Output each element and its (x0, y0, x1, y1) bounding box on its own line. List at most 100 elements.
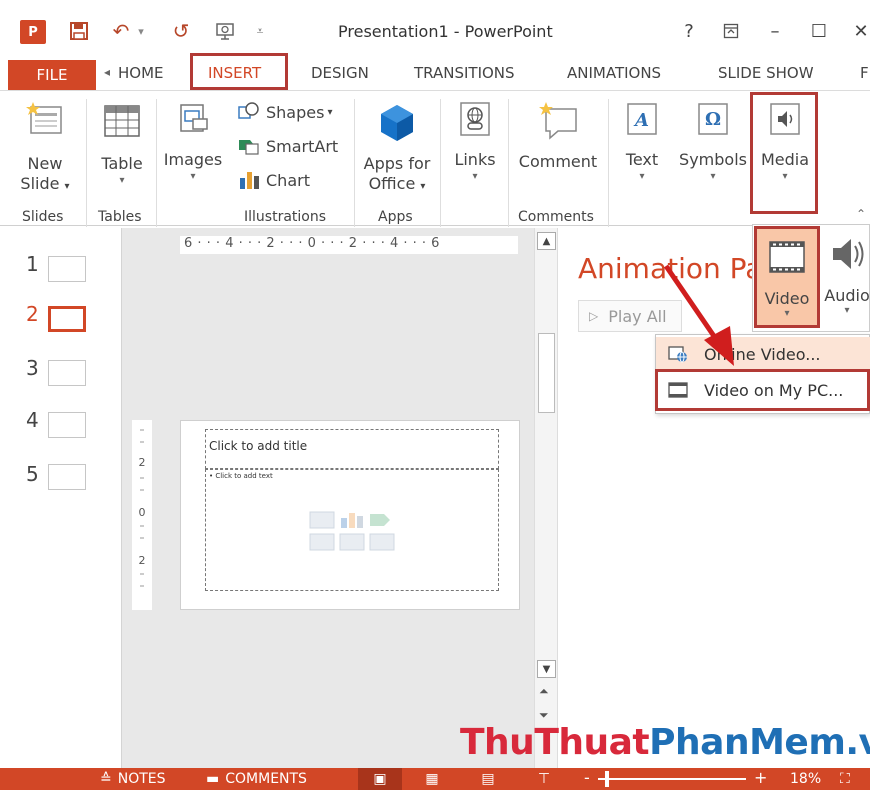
normal-view-button[interactable]: ▣ (358, 768, 402, 790)
zoom-slider-knob[interactable] (605, 771, 609, 787)
text-icon: A (627, 103, 657, 135)
group-separator (608, 99, 609, 227)
scroll-up-icon[interactable]: ▲ (537, 232, 556, 250)
tab-review-partial[interactable]: F (860, 64, 869, 82)
group-comments-label: Comments (518, 209, 594, 225)
zoom-out-button[interactable]: - (584, 768, 590, 787)
tab-file[interactable]: FILE (8, 60, 96, 90)
slide-thumbnail-1[interactable] (48, 256, 86, 282)
tab-transitions[interactable]: TRANSITIONS (414, 64, 515, 82)
reading-view-button[interactable]: ▤ (466, 768, 510, 790)
vertical-scrollbar[interactable]: ▲ ▼ ⏶ ⏷ (534, 228, 558, 768)
redo-icon[interactable]: ↺ (168, 18, 194, 44)
customize-qat-icon[interactable]: ⩡ (252, 18, 268, 44)
slide-thumbnail-3[interactable] (48, 360, 86, 386)
play-icon: ▷ (589, 309, 599, 323)
group-apps-label: Apps (378, 209, 413, 225)
window-title: Presentation1 - PowerPoint (338, 22, 553, 41)
status-bar: ≙ NOTES ▬ COMMENTS ▣ ▦ ▤ ⊤ - + 18% ⛶ (0, 768, 870, 790)
tab-design[interactable]: DESIGN (311, 64, 369, 82)
zoom-slider[interactable] (598, 778, 746, 780)
thumbnail-number: 3 (26, 356, 39, 380)
help-button[interactable]: ? (674, 18, 704, 44)
apps-for-office-icon (381, 105, 413, 141)
undo-icon[interactable]: ↶ (108, 18, 134, 44)
undo-dropdown-icon[interactable]: ▾ (134, 18, 148, 44)
previous-slide-icon[interactable]: ⏶ (539, 684, 549, 699)
links-icon (460, 102, 490, 136)
svg-text:Ω: Ω (705, 109, 721, 130)
title-placeholder[interactable]: Click to add title (205, 429, 499, 469)
title-bar: P ↶ ▾ ↺ ⩡ Presentation1 - PowerPoint ? –… (0, 0, 870, 60)
table-icon (104, 105, 140, 137)
images-icon (180, 104, 208, 132)
maximize-button[interactable]: ☐ (804, 18, 834, 44)
annotation-arrow-icon (663, 264, 734, 366)
comment-button[interactable]: Comment (514, 101, 602, 173)
new-slide-button[interactable]: New Slide ▾ (14, 101, 76, 196)
notes-icon: ≙ (100, 771, 112, 787)
insert-content-icons (309, 511, 395, 551)
video-icon (769, 241, 805, 273)
media-button-highlight (750, 92, 818, 214)
content-placeholder[interactable]: • Click to add text (205, 469, 499, 591)
slide-show-view-button[interactable]: ⊤ (522, 768, 566, 790)
links-button[interactable]: Links ▾ (448, 101, 502, 183)
notes-button[interactable]: ≙ NOTES (100, 771, 166, 787)
scroll-down-icon[interactable]: ▼ (537, 660, 556, 678)
fit-to-window-icon[interactable]: ⛶ (840, 771, 850, 787)
watermark: ThuThuatPhanMem.vn (460, 722, 870, 763)
horizontal-ruler: 6 · · · 4 · · · 2 · · · 0 · · · 2 · · · … (180, 236, 518, 254)
group-slides-label: Slides (22, 209, 64, 225)
ribbon-display-options-icon[interactable] (716, 18, 746, 44)
text-button[interactable]: A Text ▾ (614, 101, 670, 183)
slide-thumbnail-2[interactable] (48, 306, 86, 332)
zoom-in-button[interactable]: + (754, 768, 767, 787)
group-separator (86, 99, 87, 227)
video-on-pc-highlight (655, 369, 870, 411)
thumbnail-number: 2 (26, 302, 39, 326)
shapes-button[interactable]: Shapes ▾ (238, 101, 332, 123)
slide-thumbnail-5[interactable] (48, 464, 86, 490)
comment-icon (539, 102, 577, 140)
tab-scroll-left-icon[interactable]: ◂ (104, 65, 110, 79)
video-button[interactable]: Video ▾ (754, 226, 820, 328)
group-separator (508, 99, 509, 227)
tab-animations[interactable]: ANIMATIONS (567, 64, 661, 82)
table-button[interactable]: Table ▾ (94, 103, 150, 187)
images-button[interactable]: Images ▾ (160, 101, 226, 183)
minimize-button[interactable]: – (760, 18, 790, 44)
new-slide-icon (26, 102, 62, 134)
symbols-button[interactable]: Ω Symbols ▾ (676, 101, 750, 183)
powerpoint-window: { "window": { "title": "Presentation1 - … (0, 0, 870, 790)
apps-for-office-button[interactable]: Apps for Office ▾ (360, 103, 434, 196)
smartart-button[interactable]: SmartArt (238, 135, 338, 157)
symbols-icon: Ω (698, 103, 728, 135)
comments-button[interactable]: ▬ COMMENTS (206, 771, 307, 787)
thumbnail-number: 1 (26, 252, 39, 276)
zoom-level[interactable]: 18% (790, 771, 821, 787)
insert-tab-highlight (190, 53, 288, 90)
slide-thumbnails-pane: 1 2 3 4 5 (0, 228, 122, 768)
group-separator (354, 99, 355, 227)
chart-button[interactable]: Chart (238, 169, 310, 191)
group-separator (440, 99, 441, 227)
tab-slide-show[interactable]: SLIDE SHOW (718, 64, 814, 82)
smartart-icon (238, 135, 260, 157)
audio-button[interactable]: Audio ▾ (824, 226, 870, 328)
slide-thumbnail-4[interactable] (48, 412, 86, 438)
vertical-ruler: 2 0 2 (132, 420, 152, 610)
scroll-thumb[interactable] (538, 333, 555, 413)
close-button[interactable]: ✕ (846, 18, 870, 44)
collapse-ribbon-icon[interactable]: ⌃ (856, 207, 866, 221)
slide-canvas[interactable]: Click to add title • Click to add text (180, 420, 520, 610)
powerpoint-logo-icon: P (20, 20, 46, 44)
group-tables-label: Tables (98, 209, 142, 225)
thumbnail-number: 4 (26, 408, 39, 432)
save-icon[interactable] (66, 18, 92, 44)
tab-home[interactable]: HOME (118, 64, 164, 82)
next-slide-icon[interactable]: ⏷ (539, 708, 549, 723)
slide-sorter-view-button[interactable]: ▦ (410, 768, 454, 790)
comments-icon: ▬ (206, 771, 220, 787)
start-from-beginning-icon[interactable] (212, 18, 238, 44)
